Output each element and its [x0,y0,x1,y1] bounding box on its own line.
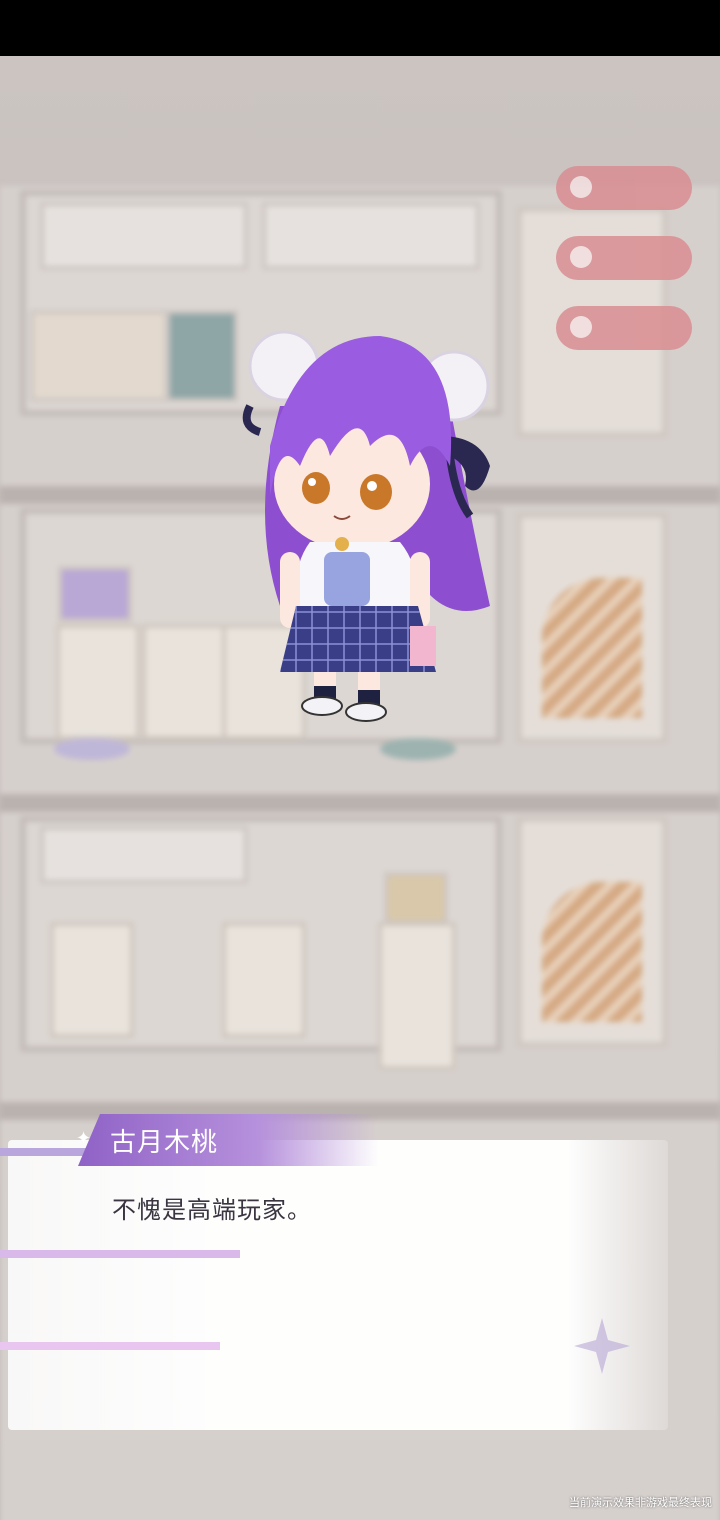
door [50,922,134,1038]
speaker-name: 古月木桃 [110,1128,219,1158]
pill-button-icon [570,176,592,198]
wall-panel [262,202,480,270]
scene-pill-button[interactable] [556,166,692,210]
floor-divider [0,794,720,812]
stair-room-3 [516,816,668,1048]
wall-panel [40,826,248,884]
character-sprite[interactable] [240,316,500,732]
door [378,922,456,1070]
scene-pill-button[interactable] [556,236,692,280]
sparkle-icon: ✦ [76,1128,92,1149]
rug [54,738,130,760]
dialogue-line: 不愧是高端玩家。 [112,1196,312,1224]
purple-frame [58,566,132,622]
status-bar [0,0,720,56]
disclaimer-text: 当前演示效果非游戏最终表现 [569,1496,712,1509]
scene-pill-button[interactable] [556,306,692,350]
glitch-bar [0,1250,240,1258]
star-deco-icon [574,1318,630,1374]
wall-panel [40,202,248,270]
portrait-frame [384,872,448,924]
door [222,922,306,1038]
rug [380,738,456,760]
door [56,624,140,740]
dialogue-box[interactable]: ✦ 古月木桃 不愧是高端玩家。 [0,1114,720,1430]
cabinet [30,310,168,402]
door [142,624,226,740]
glitch-bar [0,1342,220,1350]
pill-button-icon [570,246,592,268]
window [166,310,238,402]
pill-button-icon [570,316,592,338]
stair-room-2 [516,512,668,744]
dialogue-panel [8,1140,668,1430]
